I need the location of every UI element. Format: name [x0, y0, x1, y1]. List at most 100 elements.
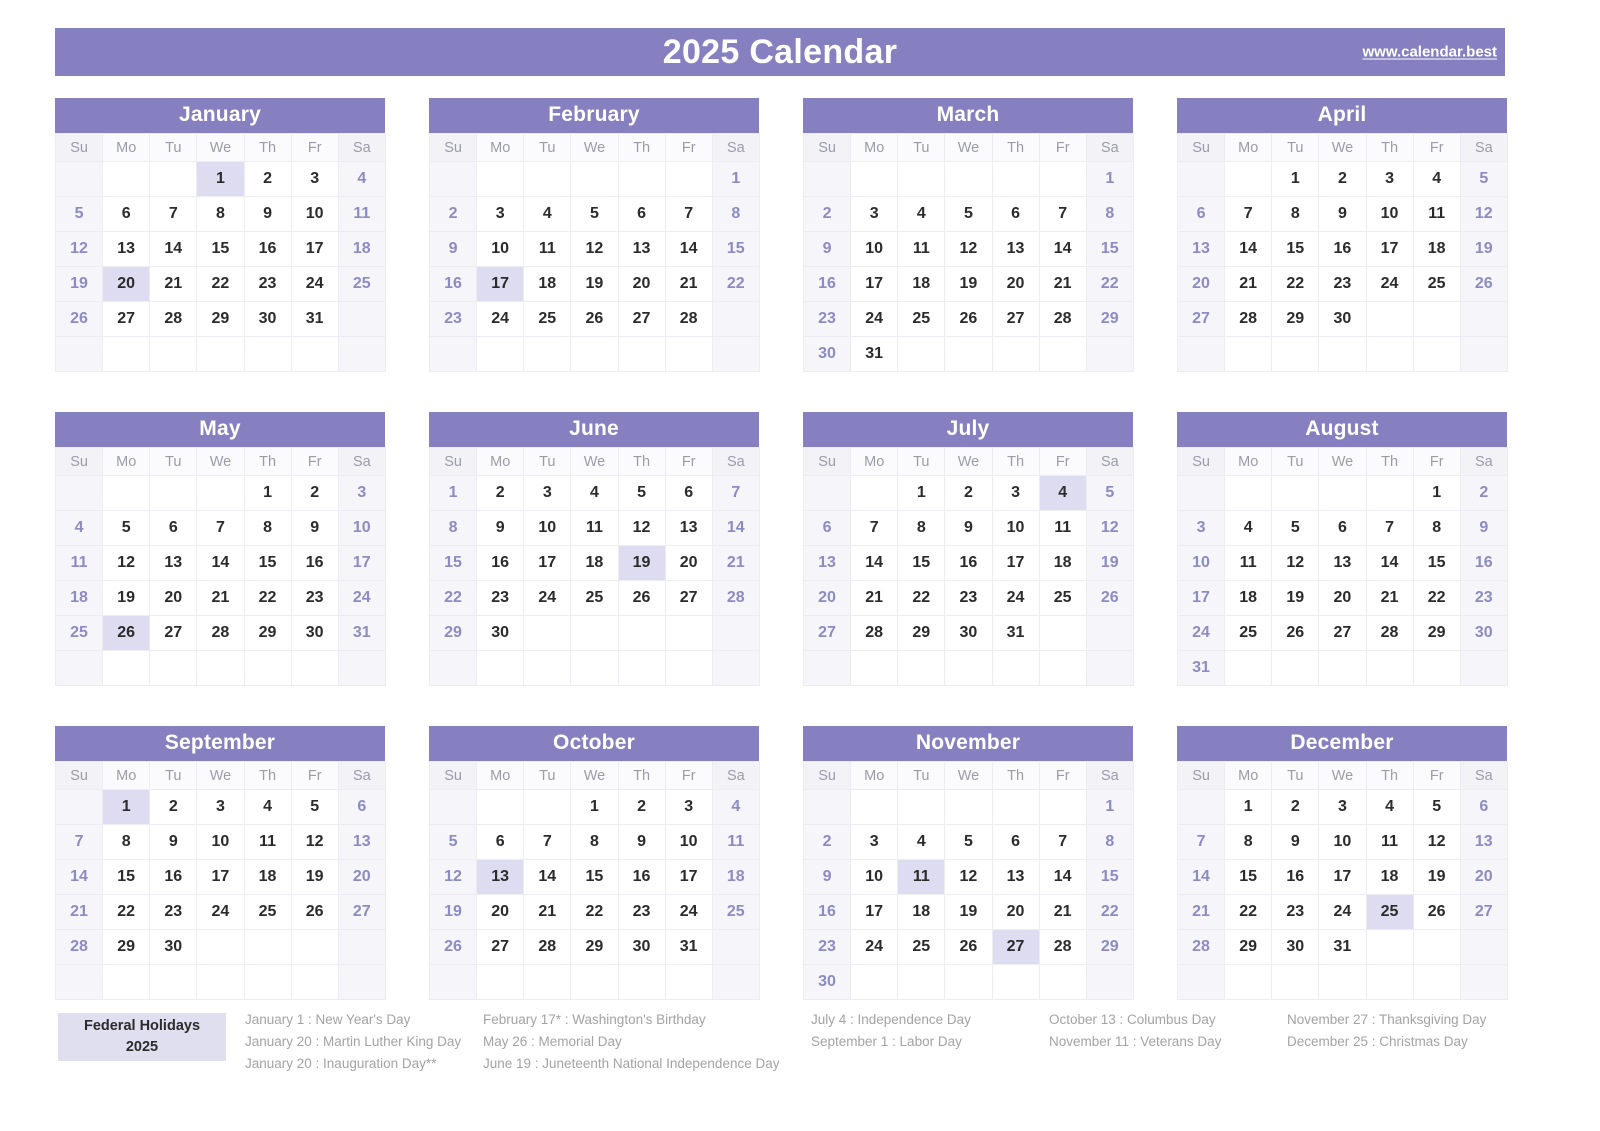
day-cell[interactable]: 18	[1412, 231, 1461, 267]
day-cell[interactable]: 24	[991, 580, 1040, 616]
day-cell[interactable]: 19	[102, 580, 151, 616]
day-cell[interactable]: 3	[664, 789, 713, 825]
day-cell[interactable]: 14	[54, 859, 104, 895]
day-cell[interactable]: 27	[664, 580, 713, 616]
day-cell[interactable]: 2	[1318, 161, 1367, 197]
day-cell[interactable]: 9	[1271, 824, 1320, 860]
day-cell[interactable]: 27	[476, 929, 525, 965]
day-cell[interactable]: 16	[1318, 231, 1367, 267]
day-cell[interactable]: 6	[617, 196, 666, 232]
day-cell[interactable]: 25	[243, 894, 292, 930]
day-cell[interactable]: 23	[802, 929, 852, 965]
day-cell[interactable]: 15	[1271, 231, 1320, 267]
day-cell[interactable]: 8	[570, 824, 619, 860]
day-cell[interactable]: 15	[1085, 231, 1134, 267]
day-cell[interactable]: 15	[570, 859, 619, 895]
day-cell[interactable]: 20	[476, 894, 525, 930]
day-cell[interactable]: 21	[149, 266, 198, 302]
day-cell[interactable]: 4	[243, 789, 292, 825]
day-cell[interactable]: 12	[102, 545, 151, 581]
day-cell[interactable]: 14	[664, 231, 713, 267]
day-cell[interactable]: 18	[711, 859, 760, 895]
day-cell[interactable]: 2	[802, 196, 852, 232]
day-cell[interactable]: 15	[196, 231, 245, 267]
day-cell[interactable]: 15	[897, 545, 946, 581]
day-cell[interactable]: 23	[476, 580, 525, 616]
day-cell[interactable]: 15	[428, 545, 478, 581]
day-cell[interactable]: 13	[991, 231, 1040, 267]
day-cell[interactable]: 28	[1038, 929, 1087, 965]
day-cell[interactable]: 17	[1318, 859, 1367, 895]
day-cell[interactable]: 12	[1271, 545, 1320, 581]
day-cell[interactable]: 14	[711, 510, 760, 546]
day-cell[interactable]: 11	[54, 545, 104, 581]
day-cell[interactable]: 30	[149, 929, 198, 965]
day-cell[interactable]: 26	[1412, 894, 1461, 930]
day-cell[interactable]: 21	[1365, 580, 1414, 616]
day-cell[interactable]: 27	[617, 301, 666, 337]
day-cell[interactable]: 2	[290, 475, 339, 511]
day-cell[interactable]: 13	[802, 545, 852, 581]
day-cell[interactable]: 14	[523, 859, 572, 895]
day-cell[interactable]: 6	[337, 789, 386, 825]
day-cell[interactable]: 23	[243, 266, 292, 302]
day-cell[interactable]: 5	[1459, 161, 1508, 197]
day-cell[interactable]: 16	[944, 545, 993, 581]
day-cell[interactable]: 30	[243, 301, 292, 337]
day-cell[interactable]: 4	[570, 475, 619, 511]
day-cell[interactable]: 29	[1224, 929, 1273, 965]
day-cell[interactable]: 9	[1459, 510, 1508, 546]
day-cell[interactable]: 25	[1224, 615, 1273, 651]
day-cell[interactable]: 16	[243, 231, 292, 267]
day-cell[interactable]: 13	[1459, 824, 1508, 860]
day-cell[interactable]: 8	[1412, 510, 1461, 546]
day-cell[interactable]: 24	[196, 894, 245, 930]
day-cell[interactable]: 31	[1176, 650, 1226, 686]
day-cell[interactable]: 10	[1318, 824, 1367, 860]
day-cell[interactable]: 5	[102, 510, 151, 546]
day-cell[interactable]: 2	[1271, 789, 1320, 825]
day-cell[interactable]: 30	[1271, 929, 1320, 965]
day-cell[interactable]: 17	[337, 545, 386, 581]
day-cell[interactable]: 5	[1412, 789, 1461, 825]
day-cell[interactable]: 9	[476, 510, 525, 546]
day-cell[interactable]: 19	[290, 859, 339, 895]
day-cell[interactable]: 21	[1224, 266, 1273, 302]
day-cell[interactable]: 30	[476, 615, 525, 651]
day-cell[interactable]: 28	[664, 301, 713, 337]
day-cell[interactable]: 12	[428, 859, 478, 895]
day-cell[interactable]: 6	[991, 196, 1040, 232]
day-cell[interactable]: 4	[337, 161, 386, 197]
day-cell[interactable]: 13	[149, 545, 198, 581]
day-cell[interactable]: 7	[1365, 510, 1414, 546]
day-cell[interactable]: 10	[290, 196, 339, 232]
day-cell[interactable]: 23	[944, 580, 993, 616]
day-cell[interactable]: 1	[196, 161, 245, 197]
day-cell[interactable]: 22	[570, 894, 619, 930]
day-cell[interactable]: 10	[1176, 545, 1226, 581]
day-cell[interactable]: 19	[617, 545, 666, 581]
day-cell[interactable]: 28	[1038, 301, 1087, 337]
day-cell[interactable]: 4	[1038, 475, 1087, 511]
day-cell[interactable]: 24	[523, 580, 572, 616]
day-cell[interactable]: 1	[1085, 161, 1134, 197]
day-cell[interactable]: 20	[102, 266, 151, 302]
day-cell[interactable]: 15	[1085, 859, 1134, 895]
day-cell[interactable]: 10	[337, 510, 386, 546]
day-cell[interactable]: 30	[944, 615, 993, 651]
day-cell[interactable]: 24	[476, 301, 525, 337]
day-cell[interactable]: 19	[944, 894, 993, 930]
day-cell[interactable]: 26	[1459, 266, 1508, 302]
day-cell[interactable]: 29	[897, 615, 946, 651]
day-cell[interactable]: 19	[1459, 231, 1508, 267]
day-cell[interactable]: 10	[850, 859, 899, 895]
day-cell[interactable]: 25	[1038, 580, 1087, 616]
day-cell[interactable]: 26	[944, 301, 993, 337]
day-cell[interactable]: 20	[802, 580, 852, 616]
day-cell[interactable]: 31	[664, 929, 713, 965]
day-cell[interactable]: 27	[149, 615, 198, 651]
day-cell[interactable]: 10	[523, 510, 572, 546]
day-cell[interactable]: 25	[1412, 266, 1461, 302]
day-cell[interactable]: 1	[1224, 789, 1273, 825]
day-cell[interactable]: 21	[523, 894, 572, 930]
